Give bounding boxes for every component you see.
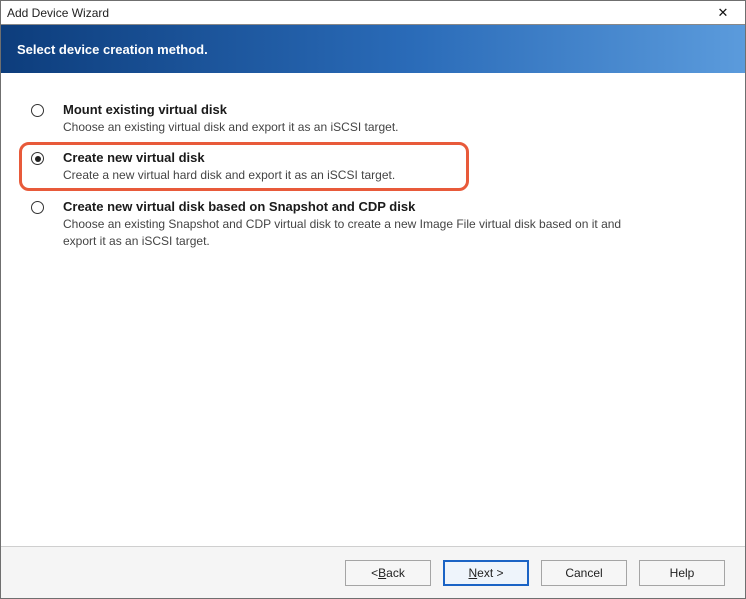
option-create-new[interactable]: Create new virtual disk Create a new vir… (31, 150, 715, 184)
wizard-content: Mount existing virtual disk Choose an ex… (1, 74, 745, 546)
option-desc: Choose an existing Snapshot and CDP virt… (63, 216, 623, 251)
option-mount-existing[interactable]: Mount existing virtual disk Choose an ex… (31, 102, 715, 136)
option-desc: Create a new virtual hard disk and expor… (63, 167, 623, 184)
back-label-hotkey: B (378, 566, 386, 580)
wizard-banner: Select device creation method. (1, 25, 745, 73)
help-label: Help (670, 566, 695, 580)
radio-create-new[interactable] (31, 152, 44, 165)
help-button[interactable]: Help (639, 560, 725, 586)
close-icon: ✕ (718, 5, 729, 21)
next-label-suffix: ext > (477, 566, 503, 580)
option-title: Create new virtual disk based on Snapsho… (63, 199, 715, 214)
option-desc: Choose an existing virtual disk and expo… (63, 119, 623, 136)
wizard-window: Add Device Wizard ✕ Select device creati… (0, 0, 746, 599)
titlebar: Add Device Wizard ✕ (1, 1, 745, 25)
window-title: Add Device Wizard (1, 6, 109, 20)
wizard-heading: Select device creation method. (17, 42, 208, 57)
back-label-suffix: ack (386, 566, 405, 580)
back-label-prefix: < (371, 566, 378, 580)
option-title: Mount existing virtual disk (63, 102, 715, 117)
option-snapshot-cdp[interactable]: Create new virtual disk based on Snapsho… (31, 199, 715, 251)
option-title: Create new virtual disk (63, 150, 715, 165)
radio-mount-existing[interactable] (31, 104, 44, 117)
next-button[interactable]: Next > (443, 560, 529, 586)
wizard-footer: < Back Next > Cancel Help (1, 546, 745, 598)
close-button[interactable]: ✕ (701, 1, 745, 24)
cancel-label: Cancel (565, 566, 602, 580)
back-button[interactable]: < Back (345, 560, 431, 586)
cancel-button[interactable]: Cancel (541, 560, 627, 586)
radio-snapshot-cdp[interactable] (31, 201, 44, 214)
next-label-hotkey: N (468, 566, 477, 580)
